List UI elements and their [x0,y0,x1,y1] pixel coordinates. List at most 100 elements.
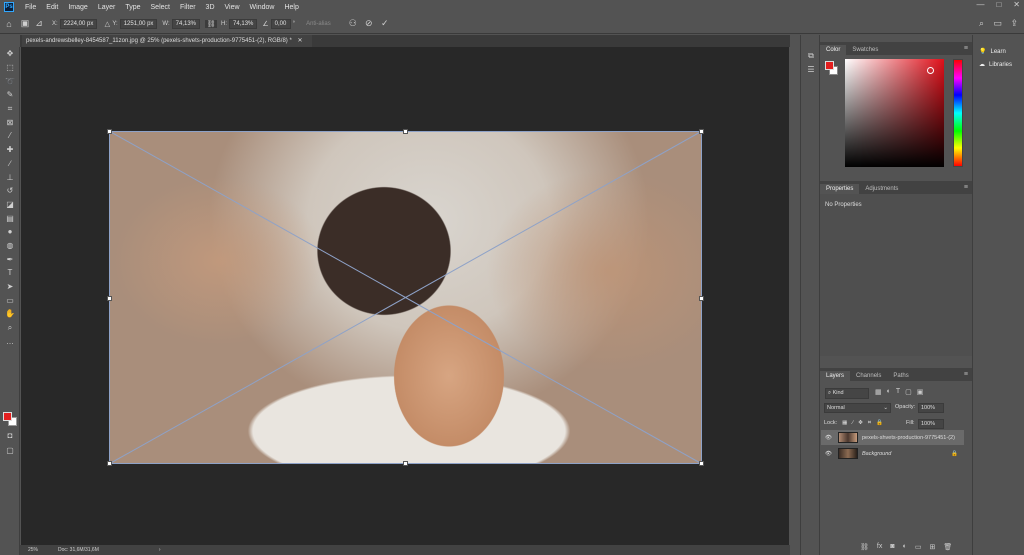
close-tab-icon[interactable]: ✕ [297,38,302,44]
screen-mode-icon[interactable]: ▢ [0,444,20,458]
fill-input[interactable]: 100% [918,419,944,429]
blend-mode-select[interactable]: Normal ⌄ [824,403,891,413]
tab-channels[interactable]: Channels [850,371,887,381]
handle-bottom-middle[interactable] [403,461,408,466]
share-icon[interactable]: ⇪ [1010,18,1018,29]
warp-icon[interactable]: ⚇ [345,18,361,29]
w-input[interactable]: 74,13% [171,18,201,29]
menu-type[interactable]: Type [120,4,145,11]
menu-3d[interactable]: 3D [201,4,220,11]
quick-mask-icon[interactable]: ◘ [0,429,20,443]
lock-artboard-icon[interactable]: ⌗ [868,420,871,427]
lock-position-icon[interactable]: ✥ [858,420,863,427]
move-tool-icon[interactable]: ✥ [0,47,20,61]
handle-top-right[interactable] [699,129,704,134]
eyedropper-tool-icon[interactable]: ⁄ [0,129,20,143]
h-input[interactable]: 74,13% [229,18,258,29]
menu-view[interactable]: View [220,4,245,11]
new-adjustment-icon[interactable]: ◐ [903,543,907,551]
brush-tool-icon[interactable]: ∕ [0,157,20,171]
pen-tool-icon[interactable]: ✒ [0,252,20,266]
minimize-button[interactable]: — [976,0,984,9]
tab-layers[interactable]: Layers [820,371,851,381]
type-tool-icon[interactable]: T [0,266,20,280]
layers-panel-menu-icon[interactable]: ≡ [964,371,968,378]
menu-window[interactable]: Window [245,4,280,11]
link-icon[interactable]: ⛓ [205,19,218,28]
magic-wand-tool-icon[interactable]: ✎ [0,88,20,102]
filter-adjustment-icon[interactable]: ◐ [887,388,891,396]
lock-pixels-icon[interactable]: ▦ [842,420,847,427]
layer-row[interactable]: 👁 Background 🔒 [821,446,964,461]
handle-middle-right[interactable] [699,296,704,301]
layer-style-icon[interactable]: fx [877,543,882,551]
x-input[interactable]: 2224,00 px [59,18,98,29]
filter-pixel-icon[interactable]: ▦ [875,388,882,396]
libraries-button[interactable]: ☁ Libraries [973,58,1024,71]
menu-select[interactable]: Select [146,4,175,11]
layer-row[interactable]: 👁 pexels-shvets-production-9775451-(2) [821,430,964,445]
menu-filter[interactable]: Filter [175,4,201,11]
status-arrow-icon[interactable]: › [159,547,161,553]
home-icon[interactable]: ⌂ [0,19,18,29]
properties-panel-menu-icon[interactable]: ≡ [964,184,968,191]
new-layer-icon[interactable]: ⊞ [929,543,935,551]
path-selection-tool-icon[interactable]: ➤ [0,280,20,294]
frame-tool-icon[interactable]: ⊠ [0,115,20,129]
opacity-input[interactable]: 100% [918,403,944,413]
reference-point-icon[interactable]: ▣ [18,18,32,29]
hand-tool-icon[interactable]: ✋ [0,307,20,321]
link-layers-icon[interactable]: ⛓ [860,543,869,551]
tab-adjustments[interactable]: Adjustments [859,184,904,194]
eraser-tool-icon[interactable]: ◪ [0,198,20,212]
filter-smart-object-icon[interactable]: ▣ [917,388,924,396]
search-icon[interactable]: ⌕ [979,18,984,29]
layer-name[interactable]: Background [862,451,891,457]
antialias-label[interactable]: Anti-alias [306,21,331,27]
hue-slider[interactable] [953,59,963,167]
workspace-icon[interactable]: ▭ [993,18,1002,29]
gradient-tool-icon[interactable]: ▤ [0,211,20,225]
filter-type-icon[interactable]: T [896,388,900,396]
relative-position-icon[interactable]: ⊿ [32,18,46,29]
layer-visibility-eye-icon[interactable]: 👁 [825,451,832,457]
color-picker-field[interactable] [845,59,944,167]
tab-swatches[interactable]: Swatches [846,45,884,55]
handle-top-middle[interactable] [403,129,408,134]
handle-bottom-right[interactable] [699,461,704,466]
crop-tool-icon[interactable]: ⌗ [0,102,20,116]
delta-icon[interactable]: △ [102,20,112,28]
menu-file[interactable]: File [20,4,41,11]
rectangle-tool-icon[interactable]: ▭ [0,293,20,307]
menu-image[interactable]: Image [63,4,92,11]
zoom-level[interactable]: 25% [28,547,38,553]
delete-layer-icon[interactable]: 🗑 [943,543,952,551]
foreground-color-swatch[interactable] [3,412,12,421]
menu-help[interactable]: Help [279,4,303,11]
blur-tool-icon[interactable]: ● [0,225,20,239]
healing-brush-tool-icon[interactable]: ✚ [0,143,20,157]
y-input[interactable]: 1251,00 px [119,18,158,29]
lock-all-icon[interactable]: 🔒 [876,420,883,427]
maximize-button[interactable]: □ [996,0,1001,9]
document-tab[interactable]: pexels-andrewsbelley-8454587_11zon.jpg @… [22,35,312,47]
lock-paint-icon[interactable]: ∕ [852,420,853,427]
more-tools-icon[interactable]: … [0,334,20,348]
tab-paths[interactable]: Paths [887,371,914,381]
handle-top-left[interactable] [107,129,112,134]
handle-middle-left[interactable] [107,296,112,301]
menu-layer[interactable]: Layer [93,4,121,11]
layer-visibility-eye-icon[interactable]: 👁 [825,435,832,441]
color-panel-menu-icon[interactable]: ≡ [964,45,968,52]
layer-name[interactable]: pexels-shvets-production-9775451-(2) [862,435,955,441]
learn-button[interactable]: 💡 Learn [973,45,1024,58]
commit-transform-icon[interactable]: ✓ [377,18,393,29]
color-picker-cursor[interactable] [927,67,934,74]
color-panel-fg-swatch[interactable] [825,61,834,70]
filter-shape-icon[interactable]: ▢ [905,388,912,396]
history-panel-icon[interactable]: ⧉ [801,49,821,63]
new-group-icon[interactable]: ▭ [915,543,922,551]
dodge-tool-icon[interactable]: ◍ [0,239,20,253]
marquee-tool-icon[interactable]: ⬚ [0,61,20,75]
cancel-transform-icon[interactable]: ⊘ [361,18,377,29]
